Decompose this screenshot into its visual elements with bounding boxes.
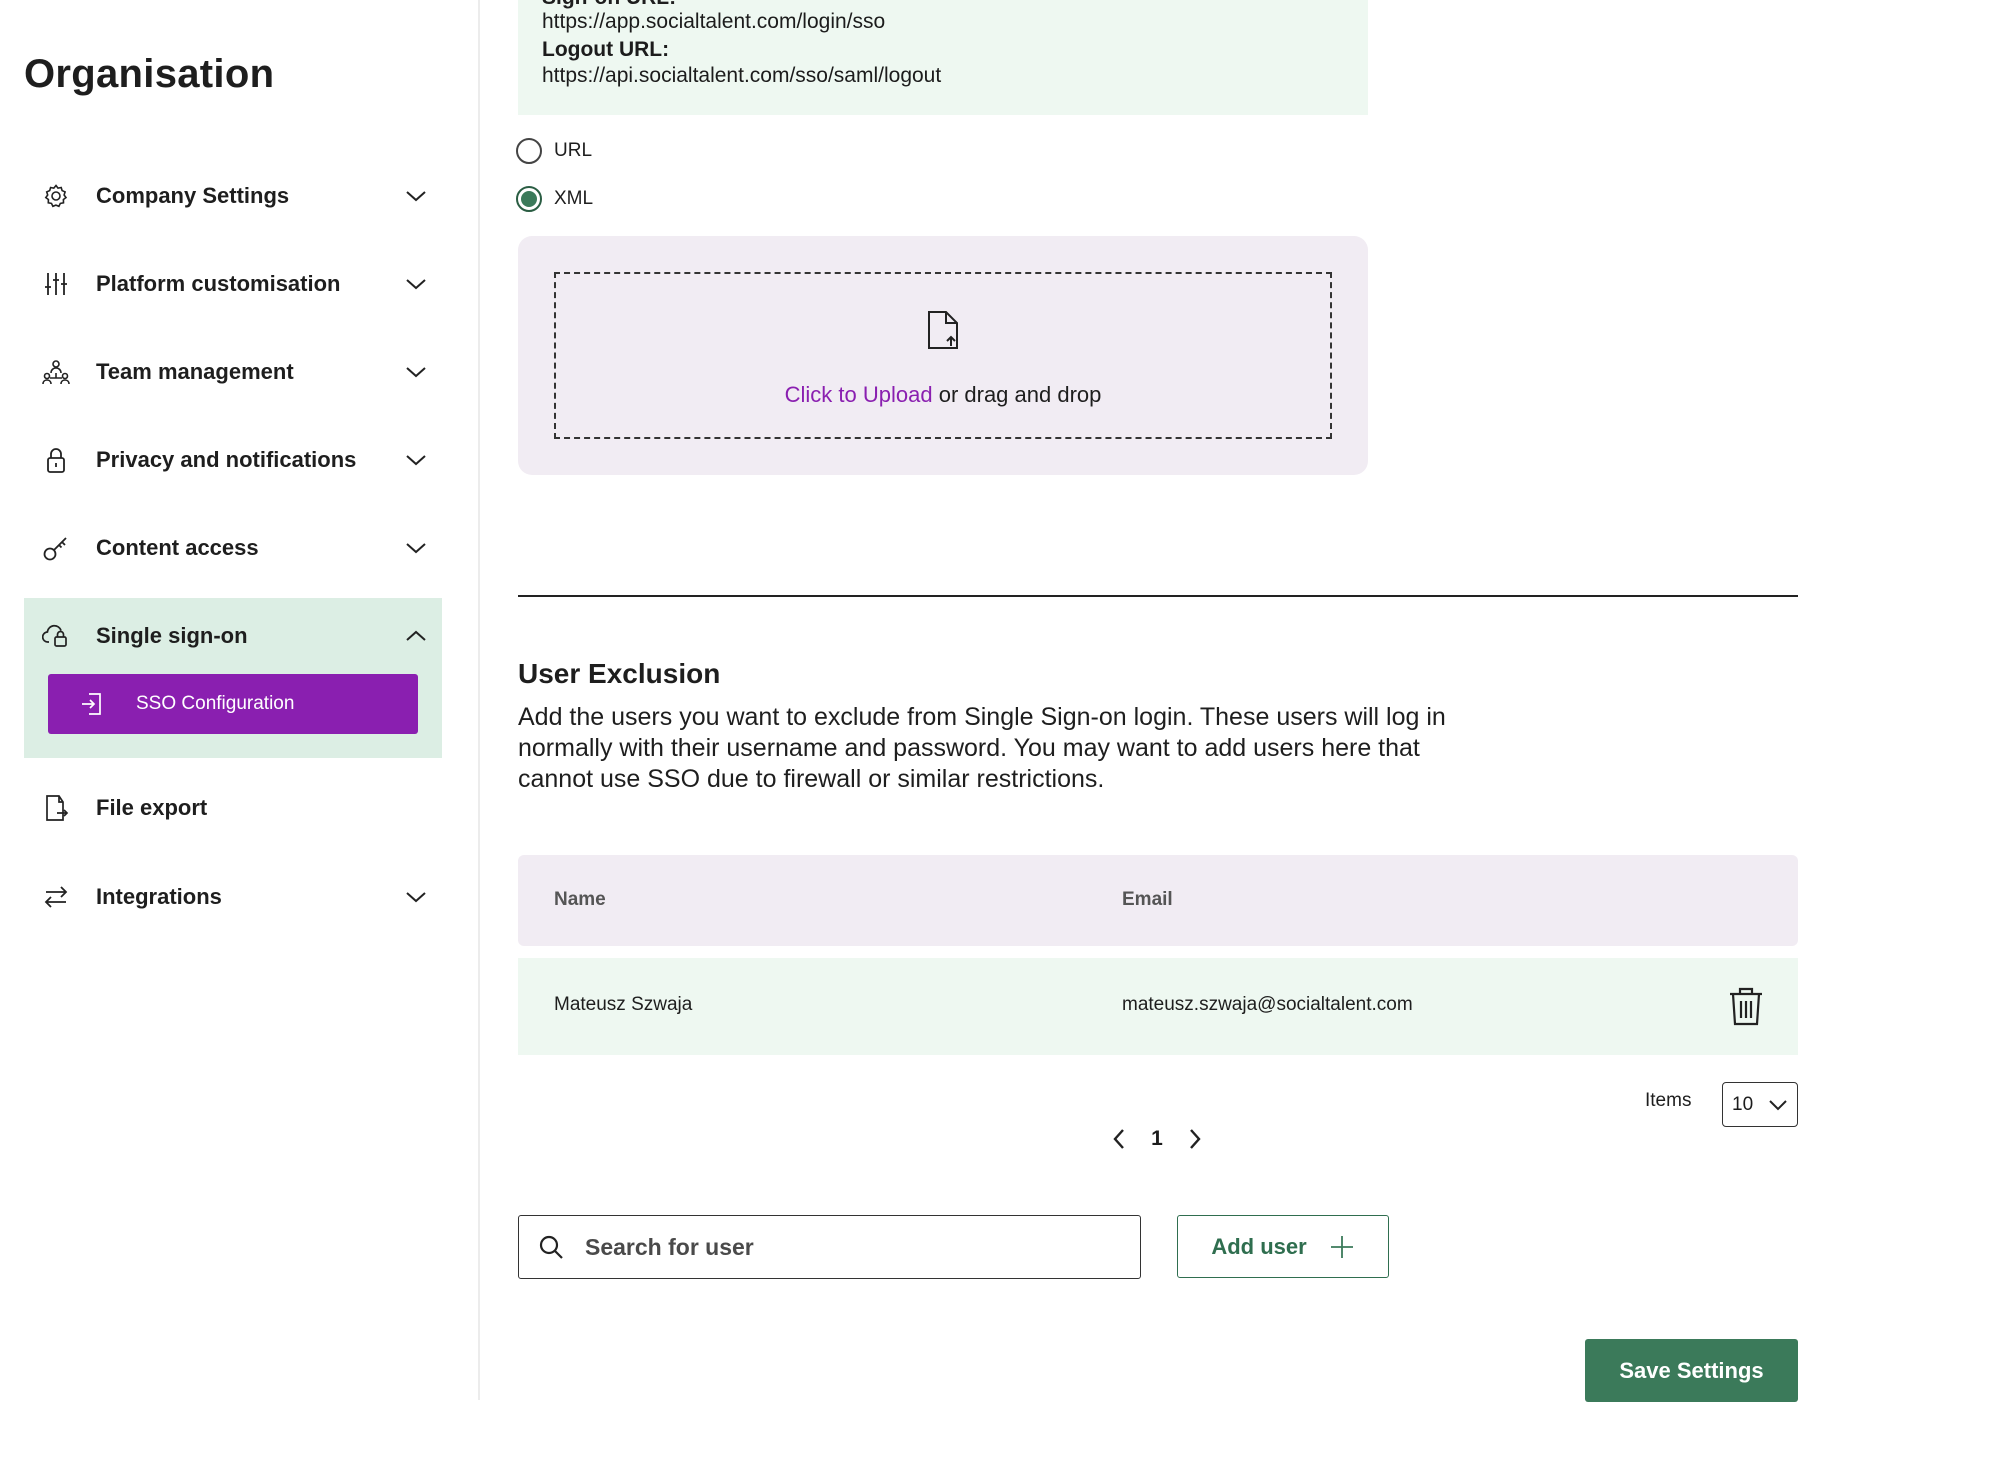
arrows-swap-icon: [24, 865, 96, 929]
chevron-down-icon[interactable]: [396, 528, 436, 568]
radio-option-xml[interactable]: XML: [516, 186, 593, 212]
radio-button[interactable]: [516, 138, 542, 164]
sidebar-item-label: Company Settings: [96, 183, 290, 208]
user-exclusion-description: Add the users you want to exclude from S…: [518, 703, 1446, 793]
sidebar-item-label: Integrations: [96, 884, 222, 909]
add-user-label: Add user: [1211, 1233, 1307, 1259]
upload-instructions: Click to Upload or drag and drop: [556, 382, 1330, 408]
search-input[interactable]: [583, 1232, 1103, 1262]
chevron-down-icon[interactable]: [396, 877, 436, 917]
chevron-right-icon[interactable]: [1184, 1124, 1206, 1154]
sidebar-title: Organisation: [24, 52, 275, 96]
file-dropzone[interactable]: Click to Upload or drag and drop: [554, 272, 1332, 439]
drag-drop-text: or drag and drop: [938, 382, 1102, 407]
current-page[interactable]: 1: [1130, 1127, 1184, 1151]
sign-in-icon: [48, 691, 136, 717]
radio-button-selected[interactable]: [516, 186, 542, 212]
sidebar-item-platform-customisation[interactable]: Platform customisation: [24, 252, 442, 316]
sidebar-item-label: File export: [96, 795, 208, 820]
file-export-icon: [24, 776, 96, 840]
chevron-down-icon[interactable]: [396, 352, 436, 392]
section-divider: [518, 595, 1798, 597]
radio-label: XML: [554, 188, 594, 209]
sidebar: Organisation Company Settings Platform c…: [0, 0, 480, 1400]
user-exclusion-title: User Exclusion: [518, 658, 721, 689]
signon-url-value: https://app.socialtalent.com/login/sso: [542, 10, 886, 33]
key-icon: [24, 516, 96, 580]
items-per-page-value: 10: [1732, 1093, 1754, 1115]
row-email: mateusz.szwaja@socialtalent.com: [1122, 994, 1413, 1015]
sidebar-group-single-sign-on: Single sign-on SSO Configuration: [24, 598, 442, 758]
sidebar-item-single-sign-on[interactable]: Single sign-on: [24, 604, 442, 668]
sidebar-item-privacy-notifications[interactable]: Privacy and notifications: [24, 428, 442, 492]
file-upload-icon: [926, 310, 960, 355]
sso-urls-box: Sign-on URL: https://app.socialtalent.co…: [518, 0, 1368, 115]
column-header-email: Email: [1122, 889, 1173, 910]
items-per-page-select[interactable]: 10: [1722, 1082, 1798, 1127]
plus-icon: [1329, 1234, 1355, 1260]
gear-icon: [24, 164, 96, 228]
chevron-down-icon[interactable]: [396, 176, 436, 216]
sliders-icon: [24, 252, 96, 316]
sidebar-item-label: Team management: [96, 359, 294, 384]
chevron-left-icon[interactable]: [1108, 1124, 1130, 1154]
sidebar-item-file-export[interactable]: File export: [24, 776, 442, 840]
table-row: Mateusz Szwaja mateusz.szwaja@socialtale…: [518, 958, 1798, 1055]
chevron-down-icon: [1769, 1095, 1787, 1117]
table-header: Name Email: [518, 855, 1798, 946]
click-to-upload-link[interactable]: Click to Upload: [785, 382, 933, 407]
sidebar-item-integrations[interactable]: Integrations: [24, 865, 442, 929]
pagination: 1: [1108, 1124, 1206, 1154]
add-user-button[interactable]: Add user: [1177, 1215, 1389, 1278]
radio-option-url[interactable]: URL: [516, 138, 592, 164]
search-icon: [519, 1234, 583, 1260]
column-header-name: Name: [554, 889, 606, 910]
logout-url-value: https://api.socialtalent.com/sso/saml/lo…: [542, 64, 942, 87]
radio-label: URL: [554, 140, 593, 161]
chevron-up-icon[interactable]: [396, 616, 436, 656]
chevron-down-icon[interactable]: [396, 440, 436, 480]
sidebar-item-company-settings[interactable]: Company Settings: [24, 164, 442, 228]
sidebar-subitem-sso-configuration[interactable]: SSO Configuration: [48, 674, 418, 734]
sidebar-item-label: Privacy and notifications: [96, 447, 357, 472]
radio-dot: [521, 191, 537, 207]
items-per-page-label: Items: [1645, 1090, 1692, 1111]
save-settings-button[interactable]: Save Settings: [1585, 1339, 1798, 1402]
sidebar-item-label: Content access: [96, 535, 259, 560]
sidebar-subitem-label: SSO Configuration: [136, 693, 295, 714]
lock-icon: [24, 428, 96, 492]
upload-panel: Click to Upload or drag and drop: [518, 236, 1368, 475]
sidebar-item-label: Single sign-on: [96, 623, 248, 648]
sidebar-item-content-access[interactable]: Content access: [24, 516, 442, 580]
cloud-lock-icon: [24, 604, 96, 668]
sidebar-item-team-management[interactable]: Team management: [24, 340, 442, 404]
trash-icon[interactable]: [1728, 986, 1764, 1031]
signon-url-label: Sign-on URL:: [542, 0, 676, 10]
search-field[interactable]: [518, 1215, 1141, 1279]
sidebar-item-label: Platform customisation: [96, 271, 341, 296]
chevron-down-icon[interactable]: [396, 264, 436, 304]
team-icon: [24, 340, 96, 404]
logout-url-label: Logout URL:: [542, 38, 670, 61]
row-name: Mateusz Szwaja: [554, 994, 693, 1015]
